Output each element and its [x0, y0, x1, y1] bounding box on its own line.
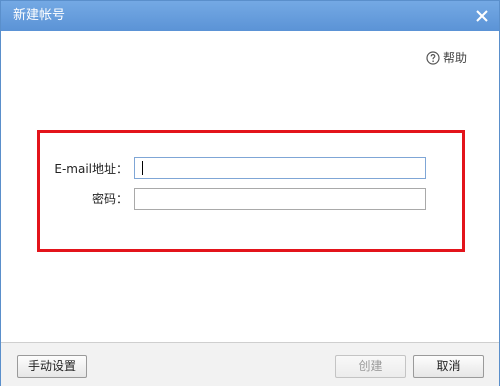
- close-icon: [476, 10, 488, 22]
- title-bar: 新建帐号: [1, 1, 499, 31]
- help-link[interactable]: 帮助: [426, 50, 467, 66]
- create-button[interactable]: 创建: [335, 355, 406, 378]
- close-button[interactable]: [473, 7, 491, 25]
- new-account-dialog: 新建帐号 帮助 E-mail地址： 密码： 手动设置 创建 取消: [0, 0, 500, 386]
- dialog-footer: 手动设置 创建 取消: [1, 342, 499, 386]
- manual-settings-button[interactable]: 手动设置: [17, 355, 87, 378]
- dialog-title: 新建帐号: [13, 8, 66, 23]
- password-field[interactable]: [134, 188, 426, 210]
- password-label: 密码：: [91, 192, 128, 206]
- help-label: 帮助: [443, 51, 468, 65]
- email-field[interactable]: [134, 157, 426, 179]
- text-caret: [142, 161, 143, 175]
- cancel-button[interactable]: 取消: [413, 355, 484, 378]
- question-circle-icon: [426, 51, 440, 65]
- email-label: E-mail地址：: [54, 162, 128, 176]
